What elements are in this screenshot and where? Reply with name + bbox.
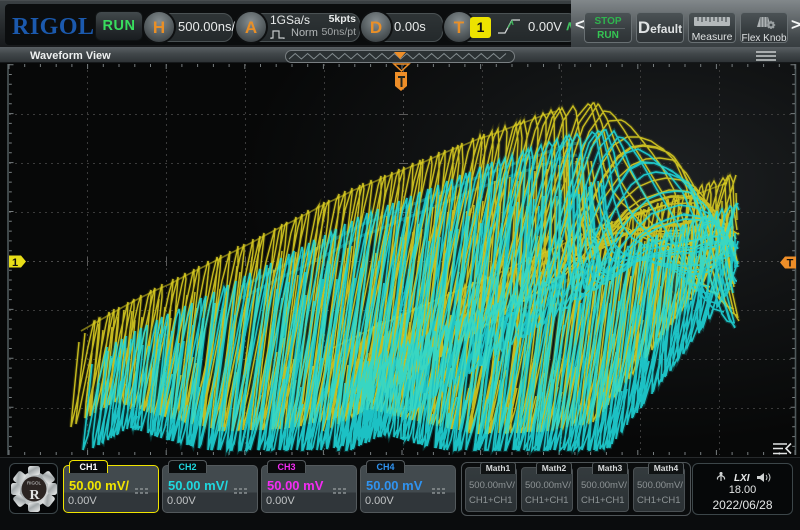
svg-text:LXI: LXI: [734, 473, 750, 483]
svg-text:RIGOL: RIGOL: [27, 481, 42, 486]
svg-text:T: T: [787, 258, 794, 270]
svg-text:R: R: [29, 488, 40, 503]
svg-text:1: 1: [12, 257, 18, 269]
